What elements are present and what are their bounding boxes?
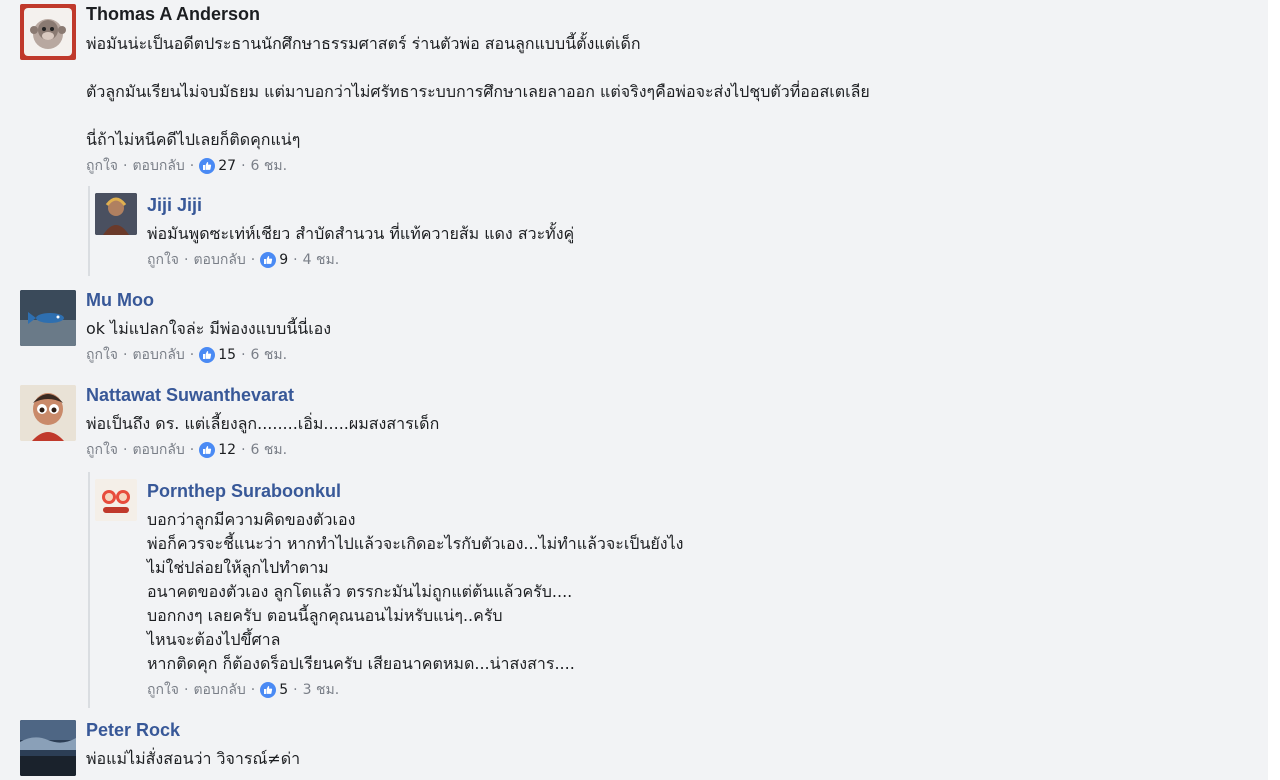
comment-author[interactable]: Mu Moo (86, 288, 1236, 312)
separator: · (293, 682, 298, 698)
comment-timestamp[interactable]: 6 ชม. (251, 440, 288, 460)
thumbs-up-icon (199, 158, 216, 174)
like-count[interactable]: 27 (218, 156, 236, 176)
character-avatar[interactable] (95, 193, 137, 235)
comment-timestamp[interactable]: 4 ชม. (303, 250, 340, 270)
thumbs-up-icon (260, 682, 277, 698)
comment-line: บอกกงๆ เลยครับ ตอนนี้ลูกคุณนอนไม่หรับแน่… (147, 606, 503, 625)
fish-photo-avatar[interactable] (20, 290, 76, 346)
thumbs-up-icon (260, 252, 277, 268)
like-link[interactable]: ถูกใจ (147, 680, 179, 700)
thumbs-up-icon (199, 442, 216, 458)
like-link[interactable]: ถูกใจ (86, 345, 118, 365)
comment-author[interactable]: Pornthep Suraboonkul (147, 479, 1227, 503)
comment-text: พ่อมันพูดซะเท่ห์เชียว สำบัดสำนวน ที่แท้ค… (147, 222, 1227, 246)
separator: · (250, 682, 256, 698)
reply-link[interactable]: ตอบกลับ (193, 680, 245, 700)
comment-line: อนาคตของตัวเอง ลูกโตแล้ว ตรรกะมันไม่ถูกแ… (147, 582, 573, 601)
comment-actions: ถูกใจ · ตอบกลับ · 27 · 6 ชม. (86, 156, 1236, 176)
comment-line: หากติดคุก ก็ต้องดร็อปเรียนครับ เสียอนาคต… (147, 654, 575, 673)
comment-text: ok ไม่แปลกใจล่ะ มีพ่องงแบบนี้นี่เอง (86, 317, 1236, 341)
separator: · (189, 442, 195, 458)
cartoon-pair-avatar[interactable] (95, 479, 137, 521)
comment-text: บอกว่าลูกมีความคิดของตัวเอง พ่อก็ควรจะชี… (147, 508, 1227, 676)
comment-timestamp[interactable]: 6 ชม. (251, 156, 288, 176)
thumbs-up-icon (199, 347, 216, 363)
comment-timestamp[interactable]: 6 ชม. (251, 345, 288, 365)
comment-line: พ่อเป็นถึง ดร. แต่เลี้ยงลูก........เอิ่ม… (86, 414, 440, 433)
separator: · (123, 442, 128, 458)
comment-text: พ่อเป็นถึง ดร. แต่เลี้ยงลูก........เอิ่ม… (86, 412, 1236, 436)
comment-actions: ถูกใจ · ตอบกลับ · 9 · 4 ชม. (147, 250, 1227, 270)
right-gutter (1268, 0, 1280, 780)
comment-author[interactable]: Jiji Jiji (147, 193, 1227, 217)
comment-actions: ถูกใจ · ตอบกลับ · 12 · 6 ชม. (86, 440, 1236, 460)
comment-actions: ถูกใจ · ตอบกลับ · 15 · 6 ชม. (86, 345, 1236, 365)
comment-text: พ่อแม่ไม่สั่งสอนว่า วิจารณ์≠ด่า (86, 747, 1236, 771)
comment-author[interactable]: Thomas A Anderson (86, 2, 1236, 26)
comment-author[interactable]: Nattawat Suwanthevarat (86, 383, 1236, 407)
separator: · (189, 347, 195, 363)
reply-thread-line (88, 186, 90, 276)
like-link[interactable]: ถูกใจ (147, 250, 179, 270)
like-link[interactable]: ถูกใจ (86, 156, 118, 176)
monkey-avatar[interactable] (20, 4, 76, 60)
separator: · (123, 158, 128, 174)
separator: · (123, 347, 128, 363)
comment-timestamp[interactable]: 3 ชม. (303, 680, 340, 700)
like-link[interactable]: ถูกใจ (86, 440, 118, 460)
reply-link[interactable]: ตอบกลับ (132, 345, 184, 365)
sky-photo-avatar[interactable] (20, 720, 76, 776)
reply-link[interactable]: ตอบกลับ (193, 250, 245, 270)
cartoon-child-avatar[interactable] (20, 385, 76, 441)
separator: · (189, 158, 195, 174)
like-count[interactable]: 5 (279, 680, 288, 700)
comment-line: พ่อแม่ไม่สั่งสอนว่า วิจารณ์≠ด่า (86, 749, 301, 768)
comment-line: ไหนจะต้องไปขึ้ศาล (147, 630, 281, 649)
separator: · (241, 347, 246, 363)
comment-line: ตัวลูกมันเรียนไม่จบมัธยม แต่มาบอกว่าไม่ศ… (86, 82, 870, 101)
reply-thread-line (88, 472, 90, 708)
separator: · (241, 158, 246, 174)
separator: · (293, 252, 298, 268)
comment-text: พ่อมันน่ะเป็นอดีตประธานนักศึกษาธรรมศาสตร… (86, 32, 1236, 152)
reply-link[interactable]: ตอบกลับ (132, 440, 184, 460)
comment-line: ok ไม่แปลกใจล่ะ มีพ่องงแบบนี้นี่เอง (86, 319, 332, 338)
separator: · (250, 252, 256, 268)
comment-line: ไม่ใช่ปล่อยให้ลูกไปทำตาม (147, 558, 329, 577)
separator: · (184, 252, 189, 268)
comment-line: พ่อก็ควรจะชี้แนะว่า หากทำไปแล้วจะเกิดอะไ… (147, 534, 684, 553)
comment-actions: ถูกใจ · ตอบกลับ · 5 · 3 ชม. (147, 680, 1227, 700)
comment-line (86, 56, 1236, 80)
comment-line (86, 104, 1236, 128)
comment-author[interactable]: Peter Rock (86, 718, 1236, 742)
comment-line: บอกว่าลูกมีความคิดของตัวเอง (147, 510, 356, 529)
like-count[interactable]: 15 (218, 345, 236, 365)
reply-link[interactable]: ตอบกลับ (132, 156, 184, 176)
like-count[interactable]: 12 (218, 440, 236, 460)
separator: · (241, 442, 246, 458)
comment-line: พ่อมันพูดซะเท่ห์เชียว สำบัดสำนวน ที่แท้ค… (147, 224, 575, 243)
comment-line: นี่ถ้าไม่หนีคดีไปเลยก็ติดคุกแน่ๆ (86, 130, 301, 149)
separator: · (184, 682, 189, 698)
like-count[interactable]: 9 (279, 250, 288, 270)
comment-line: พ่อมันน่ะเป็นอดีตประธานนักศึกษาธรรมศาสตร… (86, 34, 641, 53)
